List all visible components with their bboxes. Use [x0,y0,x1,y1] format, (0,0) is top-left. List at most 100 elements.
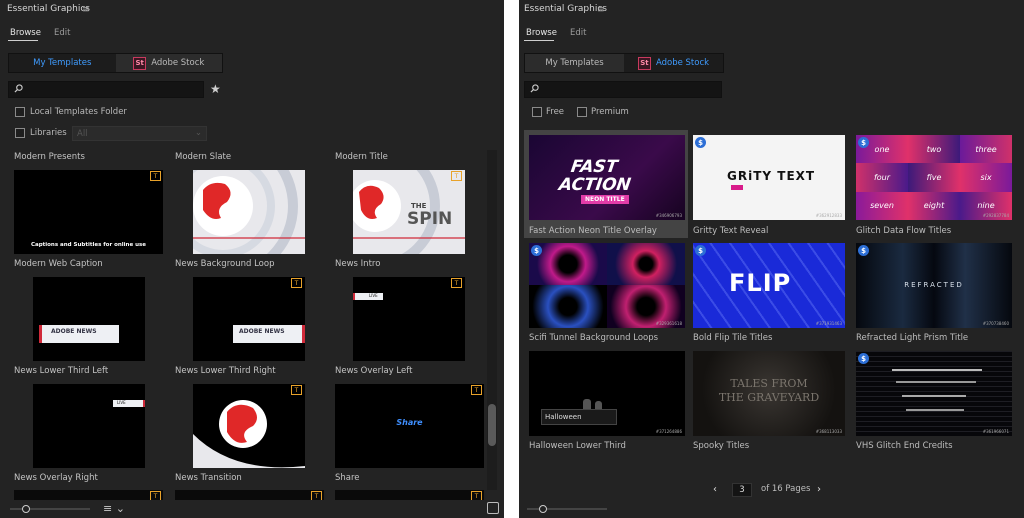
stock-id: #346906793 [655,213,682,218]
search-input[interactable] [524,81,722,98]
motion-template-icon: T [150,171,161,181]
stock-id: #368113033 [815,429,842,434]
grid-word: eight [908,191,960,220]
libraries-checkbox[interactable] [15,128,25,138]
stock-thumbnail[interactable]: FAST ACTION NEON TITLE #346906793 [529,135,685,220]
stock-thumbnail[interactable]: REFRACTED $ #370738460 [856,243,1012,328]
scrollbar-thumb[interactable] [488,404,496,446]
stock-thumbnail[interactable]: FLIP $ #371931463 [693,243,845,328]
credit-line [906,409,964,411]
new-layer-icon[interactable] [487,502,499,514]
stock-id: #371264886 [655,429,682,434]
stock-item-label: Gritty Text Reveal [693,226,769,236]
stock-thumbnail[interactable]: TALES FROM THE GRAVEYARD #368113033 [693,351,845,436]
libraries-dropdown[interactable]: All ⌄ [72,126,207,141]
my-templates-button[interactable]: My Templates [9,54,116,72]
search-icon [530,84,539,93]
next-page-icon[interactable]: › [817,484,821,495]
vhs-scanlines [856,351,1012,436]
motion-template-icon: T [451,278,462,288]
template-label: News Lower Third Right [175,366,276,376]
motion-template-icon: T [150,491,161,500]
panel-menu-icon[interactable]: ≡ [597,5,605,15]
template-thumbnail[interactable]: LIVE T [353,277,465,361]
stock-item-label: Glitch Data Flow Titles [856,226,952,236]
motion-template-icon: T [451,171,462,181]
grid-word: two [908,135,960,164]
motion-template-icon: T [291,278,302,288]
template-thumbnail[interactable]: ADOBE NEWS T [193,277,305,361]
template-thumbnail[interactable]: Share T [335,384,484,468]
stock-thumbnail[interactable]: $ #329361618 [529,243,685,328]
template-thumbnail[interactable]: T [14,490,163,500]
template-thumbnail[interactable]: THE SPIN T [353,170,465,254]
prev-page-icon[interactable]: ‹ [713,484,717,495]
stock-thumbnail[interactable]: $ GRiTY TEXT #362912833 [693,135,845,220]
tab-edit[interactable]: Edit [54,28,70,38]
adobe-stock-button[interactable]: St Adobe Stock [115,54,222,72]
panel-title: Essential Graphics [7,4,90,14]
panel-menu-icon[interactable]: ≡ [82,5,90,15]
free-label: Free [546,107,565,117]
globe-graphic [193,170,305,254]
template-label: News Background Loop [175,259,275,269]
thumbnail-size-slider[interactable] [10,504,90,514]
stock-item-label: Scifi Tunnel Background Loops [529,333,659,343]
panel-separator [504,0,519,518]
bottom-bar [519,500,1024,518]
credit-line [896,381,976,383]
tunnel-tile [607,243,685,285]
sort-menu-icon[interactable]: ≡ ⌄ [103,502,125,515]
page-number-input[interactable]: 3 [732,483,752,497]
stock-thumbnail[interactable]: Halloween #371264886 [529,351,685,436]
local-templates-checkbox[interactable] [15,107,25,117]
tab-underline [8,40,38,41]
template-thumbnail[interactable]: T [335,490,484,500]
tab-browse[interactable]: Browse [526,28,557,38]
my-templates-button[interactable]: My Templates [525,54,624,72]
stock-item-label: Fast Action Neon Title Overlay [529,226,657,236]
lower-third-text: ADOBE NEWS [51,328,97,335]
premium-checkbox[interactable] [577,107,587,117]
grid-word: six [960,163,1012,192]
thumbnail-title: THE GRAVEYARD [718,391,820,404]
motion-template-icon: T [291,385,302,395]
template-thumbnail[interactable]: T [193,384,305,468]
tab-edit[interactable]: Edit [570,28,586,38]
my-templates-label: My Templates [545,58,604,68]
template-label: News Overlay Right [14,473,98,483]
template-label: News Overlay Left [335,366,413,376]
word-grid: one two three four five six seven eight … [856,135,1012,220]
thumbnail-size-slider[interactable] [527,504,607,514]
search-input[interactable] [8,81,204,98]
template-label: Modern Web Caption [14,259,103,269]
thumbnail-subtitle: NEON TITLE [581,195,629,204]
chevron-down-icon: ⌄ [194,128,202,138]
adobe-stock-button[interactable]: St Adobe Stock [624,54,723,72]
template-thumbnail[interactable]: T [175,490,324,500]
premium-dollar-icon: $ [858,137,869,148]
thumbnail-title: GRiTY TEXT [727,169,816,183]
scrollbar[interactable] [487,150,497,490]
source-toggle: My Templates St Adobe Stock [8,53,223,73]
panel-title: Essential Graphics [524,4,607,14]
stock-thumbnail[interactable]: $ one two three four five six seven eigh… [856,135,1012,220]
template-label: News Intro [335,259,381,269]
tab-browse[interactable]: Browse [10,28,41,38]
template-thumbnail[interactable] [193,170,305,254]
template-thumbnail[interactable]: ADOBE NEWS [33,277,145,361]
stock-id: #329361618 [655,321,682,326]
template-thumbnail[interactable]: Captions and Subtitles for online use T [14,170,163,254]
template-thumbnail[interactable]: LIVE [33,384,145,468]
stock-thumbnail[interactable]: $ #361966071 [856,351,1012,436]
template-label: News Lower Third Left [14,366,109,376]
libraries-label: Libraries [30,128,67,138]
live-tag: LIVE [113,400,145,407]
star-icon[interactable]: ★ [210,82,221,96]
template-label: Modern Title [335,152,388,162]
caption-text: Captions and Subtitles for online use [30,242,147,248]
source-toggle: My Templates St Adobe Stock [524,53,724,73]
free-checkbox[interactable] [532,107,542,117]
bottom-bar: ≡ ⌄ [0,500,504,518]
stock-id: #370738460 [982,321,1009,326]
